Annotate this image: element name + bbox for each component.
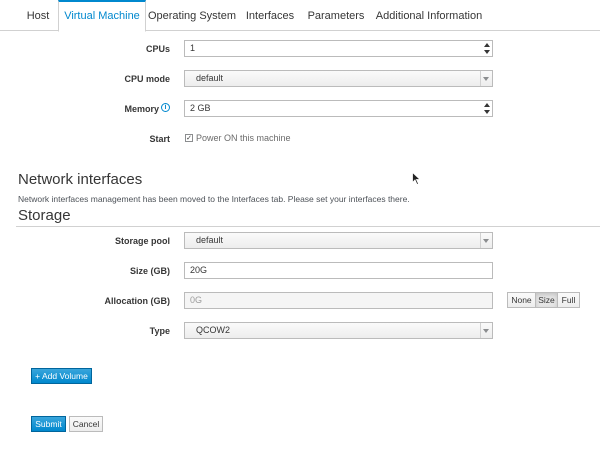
check-icon: ✓	[186, 135, 192, 142]
tab-bar: Host Virtual Machine Operating System In…	[0, 0, 600, 32]
network-interfaces-note: Network interfaces management has been m…	[18, 194, 410, 204]
cpus-label: CPUs	[145, 44, 170, 54]
decrement-icon[interactable]	[484, 50, 490, 54]
size-label: Size (GB)	[129, 266, 170, 276]
cpus-spinner[interactable]	[482, 41, 492, 56]
cpu-mode-select[interactable]: default	[184, 70, 493, 87]
memory-label: Memory	[124, 104, 159, 114]
submit-button[interactable]: Submit	[31, 416, 66, 432]
memory-value: 2 GB	[190, 103, 211, 113]
tab-virtual-machine[interactable]: Virtual Machine	[58, 0, 146, 32]
type-value: QCOW2	[196, 325, 231, 335]
allocation-value: 0G	[190, 295, 203, 305]
storage-pool-value: default	[196, 235, 224, 245]
allocation-size-button[interactable]: Size	[535, 292, 558, 308]
allocation-label: Allocation (GB)	[104, 296, 171, 306]
increment-icon[interactable]	[484, 43, 490, 47]
memory-spinner[interactable]	[482, 101, 492, 116]
add-volume-button[interactable]: + Add Volume	[31, 368, 92, 384]
power-on-checkbox[interactable]: ✓	[185, 134, 193, 142]
allocation-none-button[interactable]: None	[507, 292, 536, 308]
memory-stepper[interactable]: 2 GB	[184, 100, 493, 117]
cpu-mode-dropdown[interactable]	[480, 71, 492, 86]
increment-icon[interactable]	[484, 103, 490, 107]
power-on-label[interactable]: Power ON this machine	[196, 133, 291, 143]
chevron-down-icon	[483, 77, 489, 81]
storage-pool-select[interactable]: default	[184, 232, 493, 249]
chevron-down-icon	[483, 239, 489, 243]
network-interfaces-title: Network interfaces	[18, 171, 143, 188]
decrement-icon[interactable]	[484, 110, 490, 114]
type-label: Type	[149, 326, 170, 336]
cpus-stepper[interactable]: 1	[184, 40, 493, 57]
storage-pool-label: Storage pool	[114, 236, 170, 246]
allocation-input[interactable]: 0G	[184, 292, 493, 309]
type-dropdown[interactable]	[480, 323, 492, 338]
storage-pool-dropdown[interactable]	[480, 233, 492, 248]
info-icon[interactable]: i	[161, 103, 170, 112]
tab-additional-information[interactable]: Additional Information	[370, 0, 488, 31]
storage-divider	[16, 226, 600, 227]
size-value: 20G	[190, 265, 208, 275]
tab-host[interactable]: Host	[18, 0, 58, 31]
size-input[interactable]: 20G	[184, 262, 493, 279]
mouse-pointer-icon	[412, 172, 421, 185]
cpu-mode-label: CPU mode	[124, 74, 170, 84]
cpu-mode-value: default	[196, 73, 224, 83]
cpus-value: 1	[190, 43, 196, 53]
tab-interfaces[interactable]: Interfaces	[238, 0, 302, 31]
tab-operating-system[interactable]: Operating System	[146, 0, 238, 31]
start-label: Start	[149, 134, 170, 144]
allocation-full-button[interactable]: Full	[557, 292, 580, 308]
chevron-down-icon	[483, 329, 489, 333]
storage-title: Storage	[18, 207, 71, 224]
cancel-button[interactable]: Cancel	[69, 416, 103, 432]
type-select[interactable]: QCOW2	[184, 322, 493, 339]
tab-parameters[interactable]: Parameters	[302, 0, 370, 31]
